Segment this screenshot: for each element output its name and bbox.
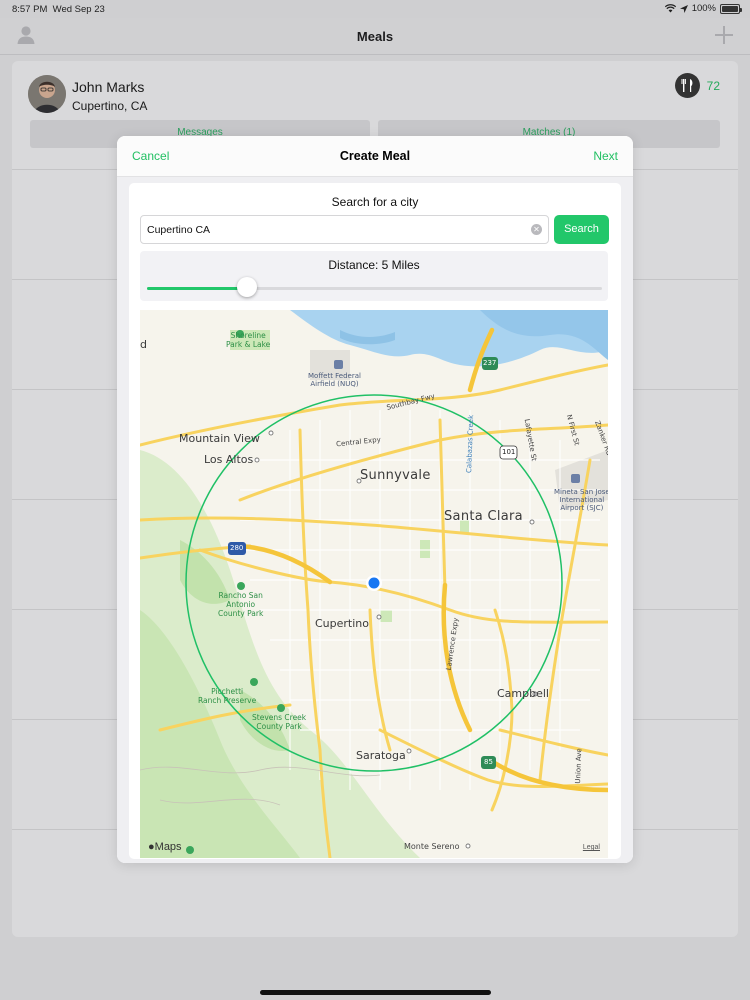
- map-label-cupertino: Cupertino: [315, 617, 369, 630]
- apple-logo-icon: ●: [148, 841, 155, 853]
- map-label-shoreline: Shoreline Park & Lake: [226, 331, 271, 349]
- map-label-campbell: Campbell: [497, 687, 549, 700]
- avatar[interactable]: [28, 75, 66, 113]
- modal-title: Create Meal: [339, 149, 411, 163]
- modal-body: Search for a city Cupertino CA ✕ Search …: [117, 177, 633, 863]
- create-meal-modal: Cancel Create Meal Next Search for a cit…: [117, 136, 633, 863]
- plus-icon[interactable]: [714, 25, 734, 50]
- profile-location: Cupertino, CA: [72, 99, 148, 113]
- search-input-value: Cupertino CA: [147, 224, 211, 236]
- clear-icon[interactable]: ✕: [531, 224, 542, 235]
- map-label-los-altos: Los Altos: [204, 453, 254, 466]
- map-label-stevens-creek: Stevens Creek County Park: [252, 713, 307, 731]
- map-label-mineta: Mineta San Jose International Airport (S…: [554, 488, 608, 512]
- fork-knife-icon: [675, 73, 700, 98]
- nav-title: Meals: [356, 29, 394, 44]
- home-indicator[interactable]: [260, 990, 491, 995]
- wifi-icon: [664, 4, 676, 13]
- status-bar: 8:57 PM Wed Sep 23 100%: [0, 0, 750, 18]
- distance-label: Distance: 5 Miles: [328, 258, 420, 272]
- hwy-101-shield: 101: [502, 448, 516, 456]
- meal-count: 72: [706, 79, 720, 93]
- distance-control: Distance: 5 Miles: [140, 251, 608, 301]
- battery-percent: 100%: [691, 3, 716, 14]
- map-label-rancho: Rancho San Antonio County Park: [218, 591, 264, 618]
- modal-header: Cancel Create Meal Next: [117, 136, 633, 177]
- search-button[interactable]: Search: [554, 215, 609, 244]
- profile-name: John Marks: [72, 79, 145, 95]
- maps-logo: ●Maps: [148, 841, 182, 853]
- next-button[interactable]: Next: [593, 149, 618, 163]
- hwy-237-shield: 237: [483, 359, 497, 367]
- map-view[interactable]: Mountain View Los Altos Sunnyvale Santa …: [140, 310, 608, 858]
- distance-slider-track[interactable]: [147, 287, 602, 290]
- status-time: 8:57 PM Wed Sep 23: [12, 4, 105, 15]
- status-indicators: 100%: [664, 3, 742, 14]
- map-label-picchetti: Picchetti Ranch Preserve: [198, 687, 257, 705]
- hwy-85-shield: 85: [484, 758, 493, 766]
- map-label-sunnyvale: Sunnyvale: [360, 468, 431, 483]
- map-label-saratoga: Saratoga: [356, 749, 406, 762]
- map-label-monte-sereno: Monte Sereno: [404, 842, 460, 851]
- hwy-280-shield: 280: [230, 544, 244, 552]
- city-search-input[interactable]: Cupertino CA ✕: [140, 215, 549, 244]
- search-heading: Search for a city: [331, 195, 419, 209]
- distance-slider-thumb[interactable]: [237, 277, 258, 297]
- content-card: Search for a city Cupertino CA ✕ Search …: [129, 183, 621, 859]
- distance-slider-fill: [147, 287, 248, 290]
- map-label-edge: d: [140, 338, 147, 351]
- location-arrow-icon: [679, 4, 688, 13]
- map-label-moffett: Moffett Federal Airfield (NUQ): [308, 372, 361, 388]
- map-label-union-ave: Union Ave: [574, 748, 584, 784]
- map-label-mountain-view: Mountain View: [179, 432, 260, 445]
- map-canvas: [140, 310, 608, 858]
- battery-icon: [720, 3, 742, 14]
- navigation-bar: Meals: [0, 18, 750, 55]
- legal-link[interactable]: Legal: [583, 844, 600, 851]
- map-label-santa-clara: Santa Clara: [444, 509, 523, 524]
